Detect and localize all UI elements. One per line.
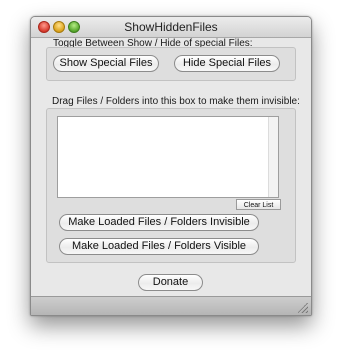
make-invisible-button[interactable]: Make Loaded Files / Folders Invisible — [59, 214, 259, 231]
window-title: ShowHiddenFiles — [124, 20, 218, 34]
drop-section-label: Drag Files / Folders into this box to ma… — [52, 96, 300, 107]
show-special-files-button[interactable]: Show Special Files — [53, 55, 159, 72]
list-scrollbar[interactable] — [268, 117, 278, 197]
hide-special-files-button[interactable]: Hide Special Files — [174, 55, 280, 72]
donate-button[interactable]: Donate — [138, 274, 203, 291]
title-bar[interactable]: ShowHiddenFiles — [31, 17, 311, 38]
clear-list-button[interactable]: Clear List — [236, 199, 281, 210]
resize-grip-icon[interactable] — [298, 303, 308, 313]
toggle-group-box: Show Special Files Hide Special Files — [46, 47, 296, 81]
make-visible-button[interactable]: Make Loaded Files / Folders Visible — [59, 238, 259, 255]
app-window: ShowHiddenFiles Toggle Between Show / Hi… — [30, 16, 312, 316]
status-bar — [31, 296, 311, 315]
drop-file-list[interactable] — [57, 116, 279, 198]
